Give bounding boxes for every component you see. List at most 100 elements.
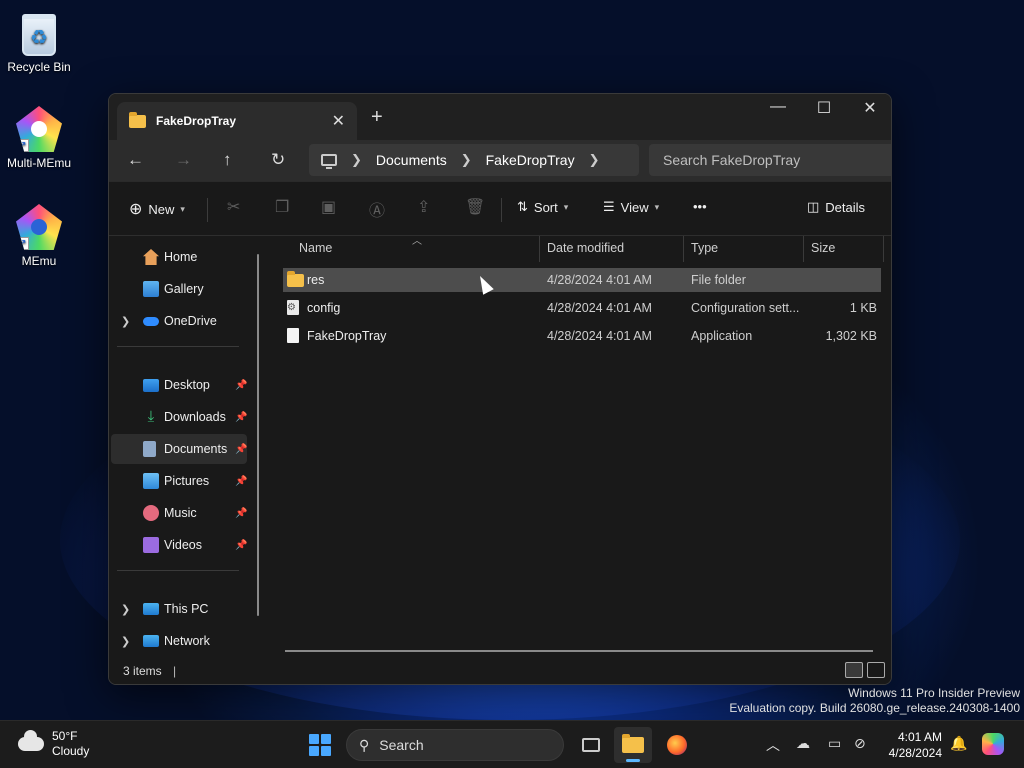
system-clock[interactable]: 4:01 AM 4/28/2024 bbox=[872, 729, 942, 761]
table-row[interactable]: res 4/28/2024 4:01 AM File folder bbox=[283, 268, 881, 292]
maximize-button[interactable]: ☐ bbox=[801, 98, 847, 118]
tab-fakedroptray[interactable]: FakeDropTray ✕ bbox=[117, 102, 357, 140]
forward-arrow-icon[interactable]: → bbox=[175, 150, 192, 170]
view-lines-icon: ☰ bbox=[603, 199, 615, 214]
network-status-icon[interactable]: ⊘ bbox=[854, 735, 866, 752]
ellipsis-icon: ••• bbox=[693, 199, 707, 214]
pin-icon[interactable]: 📌 bbox=[235, 444, 247, 455]
home-icon bbox=[143, 249, 159, 265]
address-bar: ← → ↑ ↻ ❯ Documents ❯ FakeDropTray ❯ Sea… bbox=[109, 140, 891, 182]
horizontal-scrollbar[interactable] bbox=[285, 650, 873, 652]
pin-icon[interactable]: 📌 bbox=[235, 540, 247, 551]
display-icon[interactable]: ▭ bbox=[828, 735, 841, 752]
chevron-right-icon[interactable]: ❯ bbox=[121, 603, 130, 616]
weather-widget[interactable]: 50°F Cloudy bbox=[18, 729, 89, 759]
chevron-right-icon[interactable]: ❯ bbox=[589, 152, 600, 168]
sidebar-item-desktop[interactable]: Desktop 📌 bbox=[111, 370, 247, 400]
up-arrow-icon[interactable]: ↑ bbox=[223, 150, 232, 170]
sidebar-item-this-pc[interactable]: ❯ This PC bbox=[111, 594, 247, 624]
chevron-right-icon[interactable]: ❯ bbox=[121, 315, 130, 328]
sort-icon: ⇅ bbox=[517, 199, 528, 214]
table-row[interactable]: FakeDropTray 4/28/2024 4:01 AM Applicati… bbox=[283, 324, 881, 348]
sidebar-item-label: This PC bbox=[164, 602, 209, 616]
sidebar-item-label: Desktop bbox=[164, 378, 210, 392]
sidebar-scrollbar[interactable] bbox=[257, 254, 259, 616]
sidebar-item-pictures[interactable]: Pictures 📌 bbox=[111, 466, 247, 496]
file-name: FakeDropTray bbox=[307, 329, 387, 343]
task-view-button[interactable] bbox=[572, 727, 610, 763]
column-divider[interactable] bbox=[883, 236, 884, 262]
search-input[interactable]: Search FakeDropTray bbox=[649, 144, 891, 176]
navigation-pane: Home Gallery ❯ OneDrive Desktop 📌 ⤓ Down… bbox=[109, 236, 267, 658]
notification-bell-icon[interactable]: 🔔 bbox=[950, 735, 967, 752]
column-divider[interactable] bbox=[683, 236, 684, 262]
onedrive-offline-icon[interactable]: ☁ bbox=[796, 735, 810, 752]
desktop-icon-recycle-bin[interactable]: Recycle Bin bbox=[0, 10, 79, 74]
column-divider[interactable] bbox=[803, 236, 804, 262]
minimize-button[interactable]: — bbox=[755, 98, 801, 116]
column-type[interactable]: Type bbox=[691, 241, 718, 255]
close-window-button[interactable]: ✕ bbox=[847, 98, 891, 118]
pin-icon[interactable]: 📌 bbox=[235, 508, 247, 519]
chevron-right-icon[interactable]: ❯ bbox=[121, 635, 130, 648]
refresh-icon[interactable]: ↻ bbox=[271, 150, 285, 170]
search-icon: ⚲ bbox=[359, 736, 370, 753]
chevron-right-icon[interactable]: ❯ bbox=[351, 152, 362, 168]
details-button[interactable]: ◫ Details bbox=[807, 199, 865, 215]
breadcrumb[interactable]: ❯ Documents ❯ FakeDropTray ❯ bbox=[309, 144, 639, 176]
pin-icon[interactable]: 📌 bbox=[235, 380, 247, 391]
desktop-icon-memu[interactable]: ↗ MEmu bbox=[0, 204, 79, 268]
desktop-icon-multi-memu[interactable]: ↗ Multi-MEmu bbox=[0, 106, 79, 170]
new-button[interactable]: ⊕ New ▾ bbox=[129, 199, 185, 219]
taskbar-search[interactable]: ⚲ Search bbox=[346, 729, 564, 761]
column-date-modified[interactable]: Date modified bbox=[547, 241, 624, 255]
sidebar-item-downloads[interactable]: ⤓ Downloads 📌 bbox=[111, 402, 248, 432]
cut-icon[interactable]: ✂ bbox=[227, 197, 240, 217]
start-button[interactable] bbox=[309, 734, 331, 756]
rename-icon[interactable]: Ⓐ bbox=[369, 197, 385, 221]
sidebar-item-videos[interactable]: Videos 📌 bbox=[111, 530, 247, 560]
sidebar-item-music[interactable]: Music 📌 bbox=[111, 498, 247, 528]
sidebar-item-network[interactable]: ❯ Network bbox=[111, 626, 247, 656]
sidebar-item-home[interactable]: Home bbox=[111, 242, 247, 272]
desktop-icon-label: MEmu bbox=[21, 254, 57, 268]
column-size[interactable]: Size bbox=[811, 241, 835, 255]
chevron-up-icon[interactable]: ︿ bbox=[766, 735, 780, 755]
sidebar-item-onedrive[interactable]: ❯ OneDrive bbox=[111, 306, 247, 336]
view-button[interactable]: ☰ View ▾ bbox=[603, 199, 659, 215]
sidebar-item-gallery[interactable]: Gallery bbox=[111, 274, 247, 304]
status-bar: 3 items | bbox=[109, 658, 891, 684]
close-tab-icon[interactable]: ✕ bbox=[332, 111, 345, 131]
paste-icon[interactable]: ▣ bbox=[321, 197, 336, 217]
taskbar-firefox[interactable] bbox=[658, 727, 696, 763]
see-more-button[interactable]: ••• bbox=[693, 199, 707, 214]
breadcrumb-fakedroptray[interactable]: FakeDropTray bbox=[486, 152, 575, 168]
breadcrumb-documents[interactable]: Documents bbox=[376, 152, 447, 168]
copy-icon[interactable]: ❐ bbox=[275, 197, 289, 217]
weather-condition: Cloudy bbox=[52, 744, 90, 758]
recycle-bin-icon bbox=[22, 14, 56, 56]
details-view-icon[interactable] bbox=[845, 662, 863, 678]
column-name[interactable]: Name bbox=[299, 241, 332, 255]
sidebar-item-documents[interactable]: Documents 📌 bbox=[111, 434, 247, 464]
network-icon bbox=[143, 635, 159, 647]
chevron-right-icon[interactable]: ❯ bbox=[461, 152, 472, 168]
pin-icon[interactable]: 📌 bbox=[235, 476, 247, 487]
copilot-icon[interactable] bbox=[982, 733, 1004, 755]
tab-title: FakeDropTray bbox=[156, 114, 237, 128]
delete-icon[interactable]: 🗑 bbox=[465, 197, 485, 217]
new-tab-button[interactable]: + bbox=[371, 106, 383, 129]
back-arrow-icon[interactable]: ← bbox=[127, 150, 144, 170]
sidebar-item-label: Music bbox=[164, 506, 197, 520]
taskbar-file-explorer[interactable] bbox=[614, 727, 652, 763]
share-icon[interactable]: ⇪ bbox=[417, 197, 430, 217]
sort-button[interactable]: ⇅ Sort ▾ bbox=[517, 199, 568, 215]
table-row[interactable]: config 4/28/2024 4:01 AM Configuration s… bbox=[283, 296, 881, 320]
sidebar-item-label: Network bbox=[164, 634, 210, 648]
folder-icon bbox=[129, 111, 146, 128]
taskbar: 50°F Cloudy ⚲ Search ︿ ☁ ▭ ⊘ 4:01 AM 4/2… bbox=[0, 720, 1024, 768]
desktop-icon-label: Recycle Bin bbox=[7, 60, 71, 74]
pin-icon[interactable]: 📌 bbox=[235, 412, 247, 423]
column-divider[interactable] bbox=[539, 236, 540, 262]
tiles-view-icon[interactable] bbox=[867, 662, 885, 678]
